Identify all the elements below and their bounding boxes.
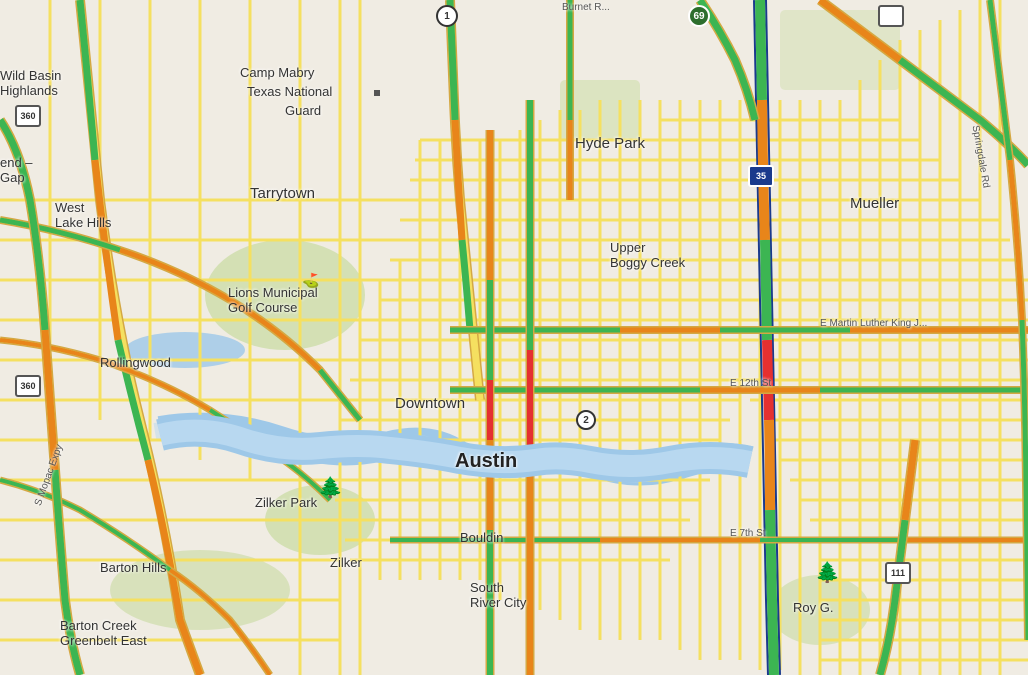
shield-hwy290: 290 <box>878 5 904 27</box>
shield-hwy111: 111 <box>885 562 911 584</box>
golf-icon: ⛳ <box>302 272 319 289</box>
shield-i35: 35 <box>748 165 774 187</box>
tree-icon-zilker: 🌲 <box>318 475 343 500</box>
map-container: 1 69 290 35 360 360 2 111 Austin Downtow… <box>0 0 1028 675</box>
map-background <box>0 0 1028 675</box>
tree-icon-roy-g: 🌲 <box>815 560 840 585</box>
camp-mabry-marker <box>374 90 380 96</box>
shield-hwy360a: 360 <box>15 105 41 127</box>
shield-hwy69: 69 <box>688 5 710 27</box>
shield-hwy360b: 360 <box>15 375 41 397</box>
shield-hwy2: 2 <box>576 410 596 430</box>
shield-hwy1: 1 <box>436 5 458 27</box>
